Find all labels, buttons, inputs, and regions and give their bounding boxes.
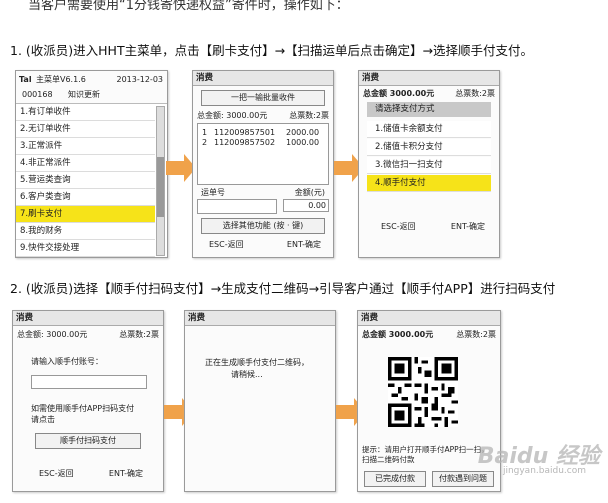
arrow-right-icon	[164, 398, 194, 426]
payment-problem-button[interactable]: 付款遇到问题	[432, 471, 494, 487]
consumption-screen: 消费 一把一输批量收件 总金额: 3000.00元 总票数:2票 1 11200…	[192, 70, 334, 258]
screen-title: 消费	[185, 311, 335, 326]
menu-item-card-payment[interactable]: 7.刷卡支付	[16, 206, 155, 223]
ent-confirm-label[interactable]: ENT-确定	[451, 221, 485, 232]
menu-item-my-finance[interactable]: 8.我的财务	[16, 223, 155, 240]
menu-item-order-pickup[interactable]: 1.有订单收件	[16, 104, 155, 121]
step2-text: 2. (收派员)选择【顺手付扫码支付】→生成支付二维码→引导客户通过【顺手付AP…	[10, 281, 556, 296]
total-amount: 总金额 3000.00元	[362, 330, 434, 339]
arrow-right-icon	[334, 154, 364, 182]
menu-item-customer-query[interactable]: 6.客户类查询	[16, 189, 155, 206]
arrow-right-icon	[336, 398, 366, 426]
account-label: 请输入顺手付账号：	[31, 357, 103, 366]
menu-scrollbar[interactable]	[156, 106, 165, 256]
total-count: 总票数:2票	[455, 89, 495, 98]
payment-done-button[interactable]: 已完成付款	[364, 471, 426, 487]
screen-title: 消费	[358, 311, 500, 326]
employee-code: 000168	[22, 90, 53, 99]
screen-title: 消费	[13, 311, 163, 326]
menu-item-normal-delivery[interactable]: 3.正常派件	[16, 138, 155, 155]
row-amount: 1000.00	[286, 138, 320, 147]
account-input[interactable]	[31, 375, 147, 389]
option-wechat-scan[interactable]: 3.微信扫一扫支付	[367, 157, 491, 174]
main-menu-screen: Tal 主菜单V6.1.6 2013-12-03 000168 知识更新 1.有…	[15, 70, 168, 258]
ent-confirm-label[interactable]: ENT-确定	[109, 468, 143, 479]
amount-label: 金额(元)	[294, 188, 325, 197]
menu-item-abnormal-delivery[interactable]: 4.非正常派件	[16, 155, 155, 172]
total-amount: 总金额 3000.00元	[363, 89, 435, 98]
row-waybill: 112009857502	[214, 138, 276, 147]
account-input-screen: 消费 总金额: 3000.00元 总票数:2票 请输入顺手付账号： 如需使用顺手…	[12, 310, 164, 492]
option-shunshoufu[interactable]: 4.顺手付支付	[367, 175, 491, 192]
menu-item-handover[interactable]: 9.快件交接处理	[16, 240, 155, 257]
option-card-balance[interactable]: 1.储值卡余额支付	[367, 121, 491, 138]
total-count: 总票数:2票	[456, 330, 496, 339]
screen-title: 消费	[359, 71, 499, 86]
row-no: 2	[202, 138, 208, 147]
qr-code-icon	[388, 357, 458, 427]
payment-method-screen: 消费 总金额 3000.00元 总票数:2票 请选择支付方式 1.储值卡余额支付…	[358, 70, 500, 258]
esc-back-label[interactable]: ESC-返回	[381, 221, 416, 232]
batch-collect-button[interactable]: 一把一输批量收件	[201, 90, 325, 106]
esc-back-label[interactable]: ESC-返回	[39, 468, 74, 479]
total-amount: 总金额: 3000.00元	[197, 111, 268, 120]
scan-hint: 如需使用顺手付APP扫码支付请点击	[31, 404, 135, 424]
total-amount: 总金额: 3000.00元	[17, 330, 88, 339]
waybill-label: 运单号	[201, 188, 225, 197]
generating-qr-screen: 消费 正在生成顺手付支付二维码， 请稍候...	[184, 310, 336, 492]
menu-item-ops-query[interactable]: 5.营运类查询	[16, 172, 155, 189]
qr-tip: 提示：请用户打开顺手付APP扫一扫，扫描二维码付款	[362, 445, 489, 464]
please-wait-text: 请稍候...	[231, 370, 263, 379]
waybill-list: 1 112009857501 2000.00 2 112009857502 10…	[197, 123, 329, 185]
generating-text: 正在生成顺手付支付二维码，	[205, 358, 309, 367]
arrow-right-icon	[166, 154, 196, 182]
total-count: 总票数:2票	[119, 330, 159, 339]
knowledge-update-link[interactable]: 知识更新	[68, 89, 100, 100]
menu-date: 2013-12-03	[116, 75, 164, 84]
scan-pay-button[interactable]: 顺手付扫码支付	[35, 433, 141, 449]
option-card-points[interactable]: 2.储值卡积分支付	[367, 139, 491, 156]
esc-back-label[interactable]: ESC-返回	[209, 239, 244, 250]
total-count: 总票数:2票	[289, 111, 329, 120]
amount-input[interactable]: 0.00	[283, 199, 329, 212]
ent-confirm-label[interactable]: ENT-确定	[287, 239, 321, 250]
intro-text: 当客户需要使用“1分钱寄快递权益”寄件时，操作如下：	[28, 0, 349, 13]
menu-title: 主菜单V6.1.6	[36, 75, 86, 84]
baidu-watermark-url: jingyan.baidu.com	[502, 466, 586, 476]
logo: Tal	[19, 75, 32, 84]
payment-method-header: 请选择支付方式	[367, 102, 491, 117]
other-functions-button[interactable]: 选择其他功能 (按 · 键)	[201, 218, 325, 234]
screen-title: 消费	[193, 71, 333, 86]
waybill-input[interactable]	[197, 199, 277, 214]
menu-item-no-order-pickup[interactable]: 2.无订单收件	[16, 121, 155, 138]
step1-text: 1. (收派员)进入HHT主菜单，点击【刷卡支付】→【扫描运单后点击确定】→选择…	[10, 43, 534, 58]
